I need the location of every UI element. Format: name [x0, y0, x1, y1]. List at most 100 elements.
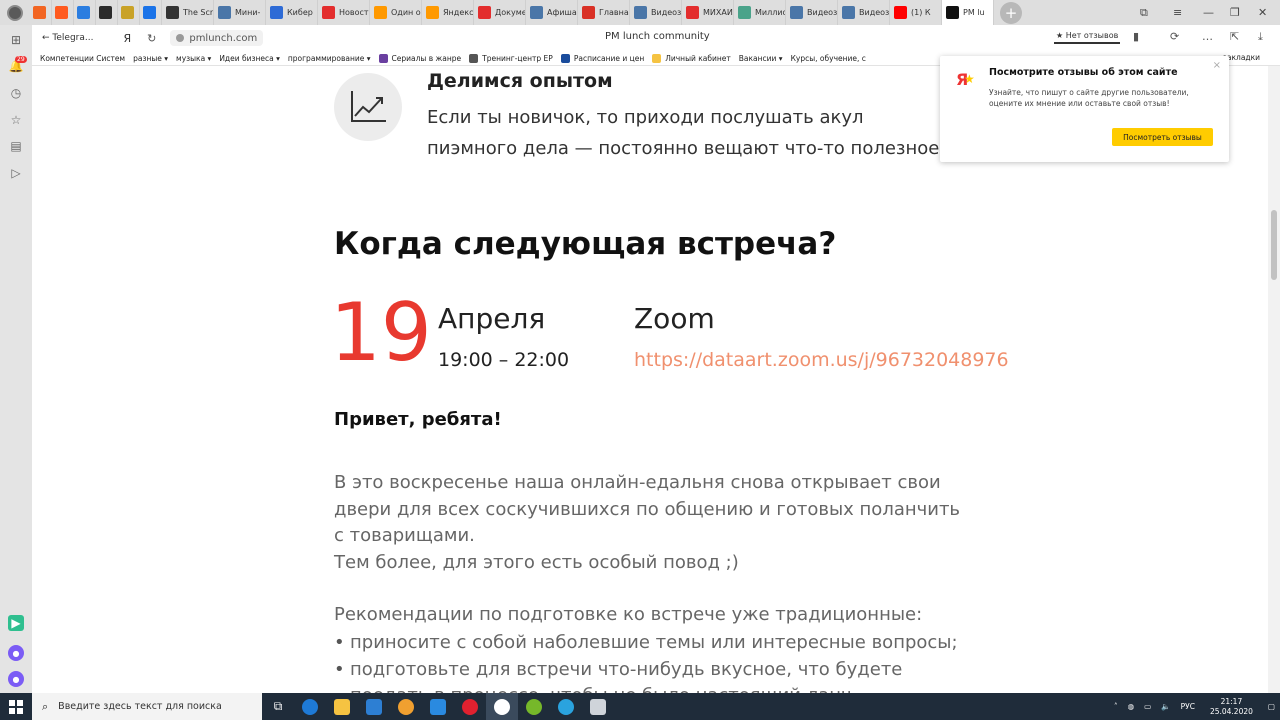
task-view-icon[interactable]: ⧉ — [262, 693, 294, 720]
tab-label: Афиша — [547, 8, 577, 17]
bookmark-item[interactable]: Компетенции Систем — [40, 54, 125, 63]
apps-grid-icon[interactable]: ⊞ — [8, 32, 24, 48]
scrollbar-thumb[interactable] — [1271, 210, 1277, 280]
clock[interactable]: 21:17 25.04.2020 — [1210, 697, 1253, 717]
tab-label: Видеоз — [651, 8, 682, 17]
taskbar: ⌕ Введите здесь текст для поиска ⧉ ˄ ◍ ▭… — [0, 693, 1280, 720]
bookmark-item[interactable]: Сериалы в жанре — [378, 53, 461, 63]
yandex-browser-icon[interactable] — [486, 693, 518, 720]
tray-app-icon[interactable]: ◍ — [1128, 702, 1135, 711]
bookmark-item[interactable]: Вакансии ▾ — [739, 54, 783, 63]
start-button[interactable] — [0, 693, 32, 720]
bookmark-label: Личный кабинет — [665, 53, 731, 63]
browser-tab[interactable]: Мини- — [214, 0, 266, 25]
browser-tab[interactable] — [118, 0, 140, 25]
browser-tab[interactable]: Кибер — [266, 0, 318, 25]
back-button[interactable]: ← Telegra... — [42, 33, 93, 43]
browser-tab[interactable]: The Scr — [162, 0, 214, 25]
browser-tab[interactable]: Яндекс — [422, 0, 474, 25]
history-icon[interactable]: ◷ — [8, 85, 24, 101]
browser-tab[interactable]: (1) К — [890, 0, 942, 25]
bookmark-item[interactable]: Личный кабинет — [652, 53, 731, 63]
url-field[interactable]: pmlunch.com — [170, 30, 264, 46]
bookmarks-icon[interactable]: ☆ — [8, 112, 24, 128]
browser-tab[interactable]: Главная — [578, 0, 630, 25]
media-icon[interactable]: ▷ — [8, 165, 24, 181]
browser-tab[interactable]: Новост — [318, 0, 370, 25]
bookmark-page-icon[interactable]: ▮ — [1133, 30, 1139, 43]
browser-tab[interactable]: МИХАИ — [682, 0, 734, 25]
bookmark-item[interactable]: Расписание и цен — [560, 53, 644, 63]
browser-tab[interactable] — [30, 0, 52, 25]
minimize-button[interactable]: — — [1203, 0, 1214, 25]
bookmark-item[interactable]: Курсы, обучение, с — [791, 54, 866, 63]
reviews-button[interactable]: ★ Нет отзывов — [1054, 29, 1121, 44]
popup-close-icon[interactable]: × — [1213, 60, 1221, 71]
share-icon[interactable]: ⇱ — [1230, 30, 1239, 43]
alice-icon[interactable]: ▶ — [8, 615, 24, 631]
browser-tab[interactable]: Один о — [370, 0, 422, 25]
zoom-link[interactable]: https://dataart.zoom.us/j/96732048976 — [634, 349, 1009, 371]
opera-icon[interactable] — [454, 693, 486, 720]
bookmark-item[interactable]: Тренинг-центр EP — [469, 53, 553, 63]
tab-favicon-icon — [686, 6, 699, 19]
tab-label: МИХАИ — [703, 8, 733, 17]
utorrent-icon[interactable] — [518, 693, 550, 720]
download-icon[interactable]: ⤓ — [1258, 30, 1263, 44]
browser-tab[interactable]: Видеоз — [838, 0, 890, 25]
tabs-container: The Scr Мини- Кибер Новост Один о Яндекс Докум… — [30, 0, 994, 25]
browser-tab[interactable]: Миллио — [734, 0, 786, 25]
tab-label: Главная — [599, 8, 629, 17]
vpn-icon[interactable]: ⟳ — [1170, 30, 1179, 43]
list-item: подготовьте для встречи что-нибудь вкусн… — [334, 657, 974, 694]
menu-icon[interactable]: ≡ — [1173, 0, 1182, 25]
telegram-icon[interactable] — [550, 693, 582, 720]
notification-center-icon[interactable]: ▢ — [1268, 702, 1275, 711]
bookmark-item[interactable]: музыка ▾ — [176, 54, 211, 63]
video-app-icon[interactable] — [582, 693, 614, 720]
new-tab-button[interactable]: + — [1000, 1, 1022, 24]
scrollbar[interactable] — [1268, 66, 1280, 693]
browser-tab[interactable] — [74, 0, 96, 25]
tab-list-icon[interactable]: ⧉ — [1140, 0, 1148, 25]
browser-tab[interactable] — [52, 0, 74, 25]
reload-icon[interactable]: ↻ — [147, 32, 156, 45]
more-icon[interactable]: … — [1202, 30, 1213, 43]
tab-favicon-icon — [55, 6, 68, 19]
volume-icon[interactable]: 🔈 — [1161, 702, 1170, 711]
bookmark-item[interactable]: программирование ▾ — [288, 54, 371, 63]
browser-tab[interactable]: PM lu — [942, 0, 994, 25]
network-icon[interactable]: ▭ — [1144, 702, 1151, 711]
avatar — [7, 4, 23, 21]
tab-label: Новост — [339, 8, 369, 17]
clock-date: 25.04.2020 — [1209, 706, 1253, 716]
input-language[interactable]: РУС — [1181, 702, 1195, 711]
messenger-icon[interactable]: ● — [8, 671, 24, 687]
browser-tab[interactable]: Видеоз — [630, 0, 682, 25]
browser-tab[interactable]: Афиша — [526, 0, 578, 25]
profile-avatar[interactable] — [0, 0, 30, 25]
view-reviews-button[interactable]: Посмотреть отзывы — [1112, 128, 1213, 146]
maximize-button[interactable]: ❐ — [1230, 0, 1240, 25]
feature-text: Если ты новичок, то приходи послушать ак… — [427, 107, 946, 159]
bookmark-label: Вакансии ▾ — [738, 53, 783, 63]
browser-tab[interactable]: Докуме — [474, 0, 526, 25]
mail-icon[interactable] — [422, 693, 454, 720]
edge-icon[interactable] — [294, 693, 326, 720]
store-icon[interactable] — [358, 693, 390, 720]
bookmark-item[interactable]: разные ▾ — [133, 54, 168, 63]
taskbar-search[interactable]: ⌕ Введите здесь текст для поиска — [32, 693, 262, 720]
browser-tab[interactable] — [96, 0, 118, 25]
assistant-icon[interactable]: ● — [8, 645, 24, 661]
browser-tab[interactable]: Видеоз — [786, 0, 838, 25]
close-window-button[interactable]: ✕ — [1258, 0, 1267, 25]
yandex-logo-icon[interactable]: Я — [123, 32, 131, 45]
browser-tab[interactable] — [140, 0, 162, 25]
bookmark-label: разные ▾ — [133, 53, 169, 63]
collections-icon[interactable]: ▤ — [8, 138, 24, 154]
tray-chevron-icon[interactable]: ˄ — [1114, 702, 1118, 711]
explorer-icon[interactable] — [326, 693, 358, 720]
tab-favicon-icon — [218, 6, 231, 19]
weather-icon[interactable] — [390, 693, 422, 720]
bookmark-item[interactable]: Идеи бизнеса ▾ — [219, 54, 280, 63]
